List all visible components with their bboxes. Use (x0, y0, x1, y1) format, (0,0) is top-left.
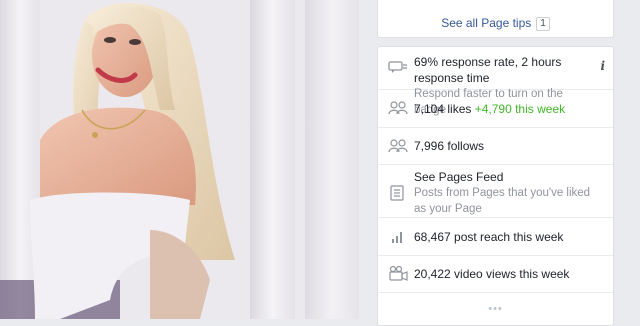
follows-count: 7,996 follows (414, 139, 485, 153)
post-reach-row[interactable]: 68,467 post reach this week (378, 218, 613, 256)
pages-feed-title: See Pages Feed (414, 170, 504, 184)
pages-feed-subtext: Posts from Pages that you've liked as yo… (414, 187, 591, 215)
page-tips-card: See all Page tips 1 (377, 0, 614, 38)
response-rate-row[interactable]: 69% response rate, 2 hours response time… (378, 47, 613, 116)
tips-count-badge: 1 (536, 17, 550, 31)
bar-chart-icon (392, 232, 402, 243)
video-views-row[interactable]: 20,422 video views this week (378, 256, 613, 293)
see-all-page-tips-label: See all Page tips (441, 16, 532, 30)
pages-feed-row[interactable]: See Pages Feed Posts from Pages that you… (378, 165, 613, 218)
people-icon (388, 101, 408, 115)
response-rate-text: 69% response rate, 2 hours response time (414, 55, 562, 85)
post-photo[interactable] (0, 0, 359, 319)
video-camera-icon (389, 265, 408, 281)
page-stats-card: 69% response rate, 2 hours response time… (377, 46, 614, 326)
video-views-text: 20,422 video views this week (414, 267, 570, 281)
photo-illustration (0, 0, 359, 319)
follows-row[interactable]: 7,996 follows (378, 128, 613, 165)
people-icon (388, 139, 408, 153)
more-dots[interactable]: ••• (378, 303, 613, 315)
post-reach-text: 68,467 post reach this week (414, 230, 564, 244)
chat-bubble-icon (388, 61, 407, 73)
likes-row[interactable]: 7,104 likes +4,790 this week (378, 90, 613, 128)
feed-icon (390, 185, 404, 201)
see-all-page-tips-link[interactable]: See all Page tips 1 (378, 16, 613, 31)
likes-count: 7,104 likes (414, 102, 472, 116)
likes-weekly-delta: +4,790 this week (474, 102, 566, 116)
info-icon[interactable]: i (600, 59, 605, 73)
